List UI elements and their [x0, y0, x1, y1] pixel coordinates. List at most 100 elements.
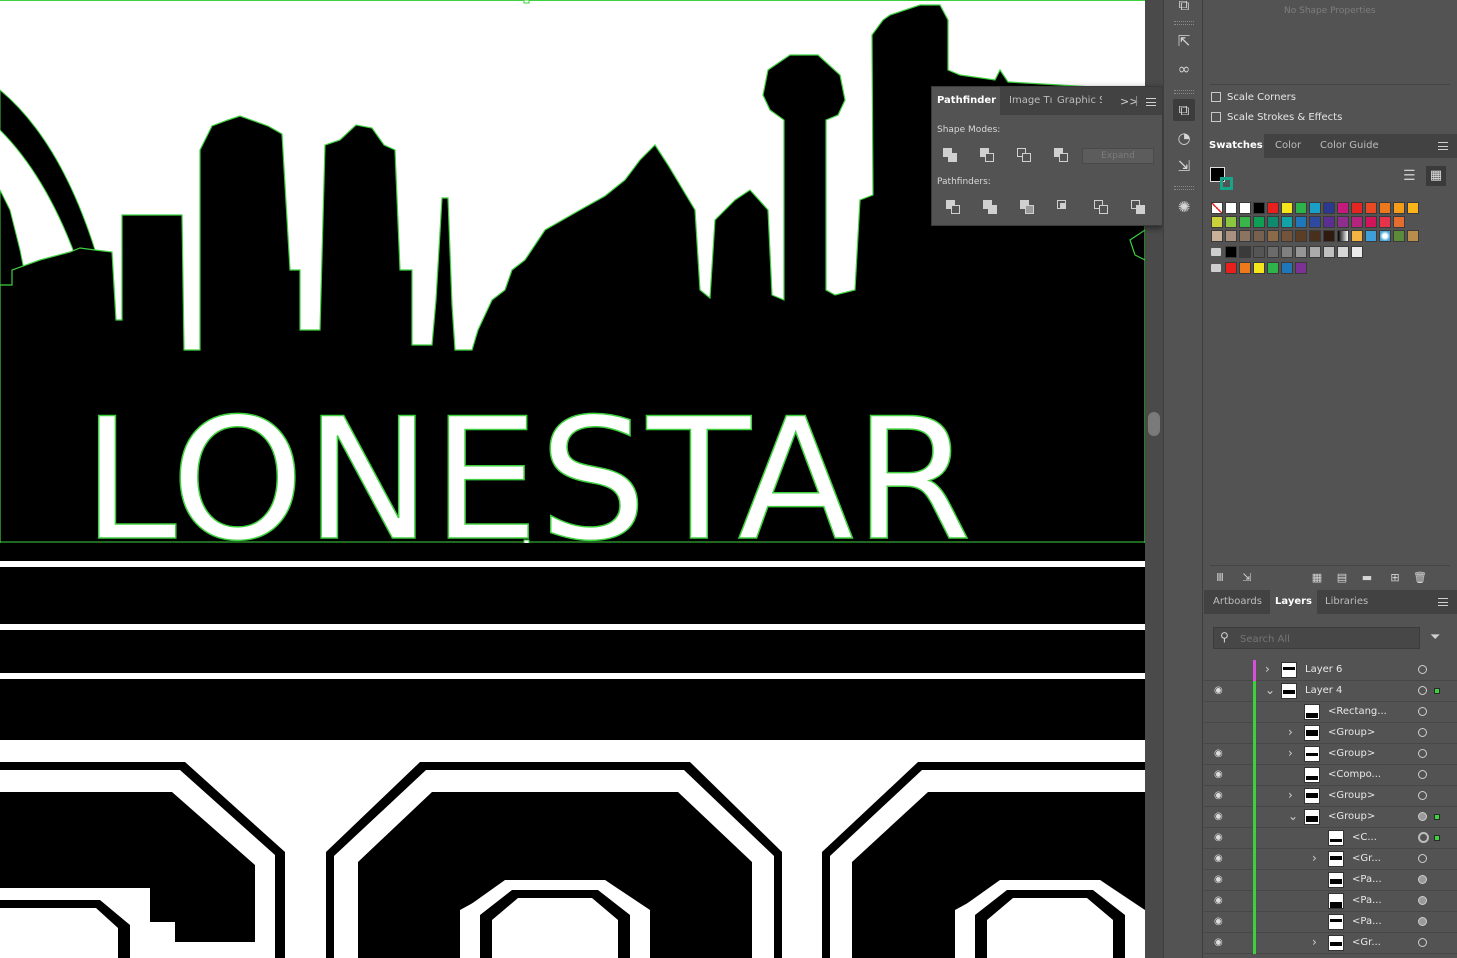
layer-name[interactable]: Layer 4: [1305, 685, 1342, 696]
color-swatch[interactable]: [1253, 216, 1265, 228]
layer-row[interactable]: ◉ › <Group>: [1204, 786, 1457, 807]
layer-row[interactable]: ◉ <Pa...: [1204, 891, 1457, 912]
tab-graphic-styles[interactable]: Graphic S: [1052, 87, 1102, 115]
search-input[interactable]: [1238, 630, 1412, 648]
color-swatch[interactable]: [1295, 262, 1307, 274]
scale-corners-checkbox[interactable]: [1211, 92, 1221, 102]
color-swatch[interactable]: [1309, 202, 1321, 214]
color-group-folder-icon[interactable]: [1211, 248, 1221, 256]
layer-row[interactable]: <Rectang...: [1204, 702, 1457, 723]
tab-libraries[interactable]: Libraries: [1320, 590, 1373, 614]
tab-layers[interactable]: Layers: [1270, 590, 1317, 614]
color-swatch[interactable]: [1267, 230, 1279, 242]
swatch-options-icon[interactable]: ▦: [1307, 570, 1327, 586]
target-circle-icon[interactable]: [1418, 665, 1427, 674]
color-swatch[interactable]: [1337, 216, 1349, 228]
panel-menu-icon[interactable]: [1146, 98, 1156, 106]
color-swatch[interactable]: [1281, 246, 1293, 258]
color-swatch[interactable]: [1211, 230, 1223, 242]
color-swatch[interactable]: [1365, 216, 1377, 228]
color-swatch[interactable]: [1295, 202, 1307, 214]
color-group-icon[interactable]: ▤: [1332, 570, 1352, 586]
visibility-eye-icon[interactable]: ◉: [1214, 895, 1223, 906]
target-circle-icon[interactable]: [1418, 812, 1427, 821]
panel-grip[interactable]: [1174, 90, 1194, 94]
color-swatch[interactable]: [1253, 246, 1265, 258]
expand-arrow-icon[interactable]: ›: [1288, 788, 1293, 802]
color-swatch[interactable]: [1239, 246, 1251, 258]
color-swatch[interactable]: [1295, 230, 1307, 242]
target-circle-icon[interactable]: [1418, 917, 1427, 926]
divide-button[interactable]: [946, 200, 962, 216]
layer-row[interactable]: ◉ <Pa...: [1204, 870, 1457, 891]
layer-name[interactable]: <Gr...: [1352, 937, 1381, 948]
target-circle-icon[interactable]: [1418, 707, 1427, 716]
color-swatch[interactable]: [1225, 262, 1237, 274]
layer-row[interactable]: ◉ ⌄ Layer 4: [1204, 681, 1457, 702]
visibility-eye-icon[interactable]: ◉: [1214, 790, 1223, 801]
pathfinder-icon[interactable]: ⧉: [1173, 99, 1195, 121]
selection-indicator[interactable]: [1434, 835, 1440, 841]
layer-name[interactable]: <Rectang...: [1328, 706, 1387, 717]
exclude-button[interactable]: [1054, 148, 1070, 164]
new-swatch-icon[interactable]: ⊞: [1385, 570, 1405, 586]
outline-button[interactable]: [1094, 200, 1110, 216]
minus-back-button[interactable]: [1131, 200, 1147, 216]
color-swatch[interactable]: [1225, 202, 1237, 214]
color-swatch[interactable]: [1351, 246, 1363, 258]
color-swatch[interactable]: [1351, 230, 1363, 242]
panel-menu-icon[interactable]: [1438, 142, 1448, 150]
expand-arrow-icon[interactable]: ›: [1288, 746, 1293, 760]
layer-name[interactable]: Layer 6: [1305, 664, 1342, 675]
layer-name[interactable]: <C...: [1352, 832, 1377, 843]
color-swatch[interactable]: [1253, 230, 1265, 242]
crop-button[interactable]: [1057, 200, 1073, 216]
color-swatch[interactable]: [1295, 246, 1307, 258]
color-swatch[interactable]: [1323, 230, 1335, 242]
selection-indicator[interactable]: [1434, 688, 1440, 694]
layers-search-box[interactable]: ⚲: [1213, 627, 1420, 649]
color-swatch[interactable]: [1281, 230, 1293, 242]
appearance-icon[interactable]: ✺: [1173, 196, 1195, 218]
visibility-eye-icon[interactable]: ◉: [1214, 748, 1223, 759]
expand-arrow-icon[interactable]: ›: [1312, 935, 1317, 949]
color-swatch[interactable]: [1225, 230, 1237, 242]
target-circle-icon[interactable]: [1418, 896, 1427, 905]
color-swatch[interactable]: [1239, 202, 1251, 214]
tab-color-guide[interactable]: Color Guide: [1315, 134, 1384, 158]
target-circle-icon[interactable]: [1418, 749, 1427, 758]
layer-name[interactable]: <Pa...: [1352, 916, 1382, 927]
collapse-arrow-icon[interactable]: ⌄: [1288, 809, 1298, 823]
color-swatch[interactable]: [1211, 216, 1223, 228]
panel-menu-icon[interactable]: [1438, 598, 1448, 606]
color-swatch[interactable]: [1365, 230, 1377, 242]
selection-indicator[interactable]: [1434, 814, 1440, 820]
color-swatch[interactable]: [1337, 230, 1349, 242]
transform-icon[interactable]: ◔: [1173, 127, 1195, 149]
color-swatch[interactable]: [1239, 216, 1251, 228]
scrollbar-thumb[interactable]: [1148, 412, 1160, 436]
tab-artboards[interactable]: Artboards: [1208, 590, 1267, 614]
color-swatch[interactable]: [1309, 216, 1321, 228]
color-swatch[interactable]: [1379, 230, 1391, 242]
layer-name[interactable]: <Pa...: [1352, 874, 1382, 885]
layer-row[interactable]: ◉ <Pa...: [1204, 912, 1457, 933]
color-swatch[interactable]: [1337, 202, 1349, 214]
color-swatch[interactable]: [1281, 202, 1293, 214]
merge-button[interactable]: [1020, 200, 1036, 216]
swatch-libraries-icon[interactable]: Ⅲ: [1210, 570, 1230, 586]
visibility-eye-icon[interactable]: ◉: [1214, 811, 1223, 822]
tab-color[interactable]: Color: [1270, 134, 1306, 158]
color-swatch[interactable]: [1239, 230, 1251, 242]
export-icon[interactable]: ⇱: [1173, 30, 1195, 52]
visibility-eye-icon[interactable]: ◉: [1214, 853, 1223, 864]
arrange-icon[interactable]: ⧉: [1173, 0, 1195, 16]
color-swatch[interactable]: [1379, 216, 1391, 228]
tab-swatches[interactable]: Swatches: [1204, 134, 1264, 158]
visibility-eye-icon[interactable]: ◉: [1214, 685, 1223, 696]
color-swatch[interactable]: [1309, 230, 1321, 242]
color-swatch[interactable]: [1407, 202, 1419, 214]
color-swatch[interactable]: [1365, 202, 1377, 214]
layer-row[interactable]: ◉ ⌄ <Group>: [1204, 807, 1457, 828]
layer-row[interactable]: ◉ › <Gr...: [1204, 933, 1457, 954]
